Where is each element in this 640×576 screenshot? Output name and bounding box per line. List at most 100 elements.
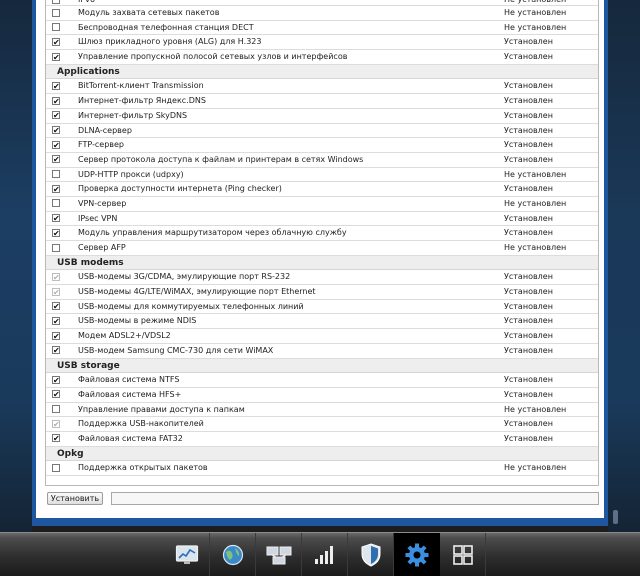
component-name: VPN-сервер: [78, 198, 127, 208]
component-row[interactable]: Управление правами доступа к папкам Не ус…: [46, 403, 598, 418]
component-status: Установлен: [504, 184, 553, 194]
network-computers-icon: [266, 544, 292, 566]
component-name: USB-модем Samsung CMC-730 для сети WiMAX: [78, 345, 274, 355]
component-checkbox[interactable]: [52, 199, 60, 208]
install-button[interactable]: Установить: [47, 492, 103, 505]
component-row[interactable]: ✔ USB-модемы в режиме NDIS Установлен: [46, 314, 598, 330]
component-row[interactable]: ✔ USB-модем Samsung CMC-730 для сети WiMA…: [46, 344, 598, 359]
components-panel: IPv6 Не установлен Модуль захвата сетевых …: [36, 0, 604, 518]
component-row[interactable]: ✔ Шлюз прикладного уровня (ALG) для H.323…: [46, 35, 598, 51]
component-checkbox[interactable]: ✔: [52, 375, 60, 384]
taskbar-button-network-computers[interactable]: [256, 533, 302, 576]
component-checkbox[interactable]: ✔: [52, 52, 60, 61]
component-row[interactable]: ✔ USB-модемы для коммутируемых телефонных…: [46, 300, 598, 315]
component-checkbox[interactable]: [52, 0, 60, 4]
background-left: [0, 0, 32, 532]
section-header: Applications: [46, 64, 598, 80]
component-name: Файловая система FAT32: [78, 433, 183, 443]
component-row[interactable]: Модуль захвата сетевых пакетов Не установ…: [46, 6, 598, 21]
component-row[interactable]: ✔ Файловая система FAT32 Установлен: [46, 432, 598, 447]
taskbar-button-grid[interactable]: [440, 533, 486, 576]
component-checkbox[interactable]: ✔: [52, 346, 60, 355]
component-checkbox[interactable]: [52, 243, 60, 252]
component-row[interactable]: ✔ Управление пропускной полосой сетевых у…: [46, 50, 598, 65]
taskbar-button-shield[interactable]: [348, 533, 394, 576]
scrollbar-thumb[interactable]: [613, 510, 618, 524]
component-row[interactable]: Поддержка открытых пакетов Не установлен: [46, 461, 598, 476]
component-checkbox[interactable]: ✔: [52, 96, 60, 105]
taskbar-button-monitor[interactable]: [164, 533, 210, 576]
bottom-taskbar: [0, 532, 640, 576]
component-row[interactable]: Беспроводная телефонная станция DECT Не у…: [46, 21, 598, 36]
component-checkbox[interactable]: [52, 170, 60, 179]
component-checkbox: ✔: [52, 287, 60, 297]
component-status: Установлен: [504, 331, 553, 341]
taskbar-button-gear[interactable]: [394, 533, 440, 576]
shield-icon: [360, 542, 382, 567]
component-row[interactable]: ✔ BitTorrent-клиент Transmission Установле…: [46, 79, 598, 95]
component-row[interactable]: ✔ IPsec VPN Установлен: [46, 212, 598, 227]
component-checkbox[interactable]: ✔: [52, 228, 60, 237]
component-row[interactable]: ✔ USB-модемы 4G/LTE/WiMAX, эмулирующие по…: [46, 285, 598, 300]
component-checkbox[interactable]: [52, 23, 60, 32]
globe-icon: [221, 543, 245, 567]
component-name: Модуль управления маршрутизатором через …: [78, 228, 347, 238]
component-row[interactable]: ✔ Файловая система HFS+ Установлен: [46, 388, 598, 403]
component-checkbox[interactable]: ✔: [52, 331, 60, 340]
component-row[interactable]: ✔ DLNA-сервер Установлен: [46, 124, 598, 139]
component-row[interactable]: Сервер AFP Не установлен: [46, 241, 598, 256]
component-checkbox[interactable]: ✔: [52, 316, 60, 325]
section-header: USB modems: [46, 255, 598, 271]
component-checkbox[interactable]: ✔: [52, 155, 60, 164]
component-status: Не установлен: [504, 243, 567, 252]
component-checkbox: ✔: [52, 419, 60, 429]
component-checkbox[interactable]: ✔: [52, 184, 60, 193]
component-status: Установлен: [504, 375, 553, 385]
component-name: Интернет-фильтр SkyDNS: [78, 110, 188, 120]
component-name: USB-модемы в режиме NDIS: [78, 316, 197, 326]
component-checkbox[interactable]: ✔: [52, 126, 60, 135]
signal-bars-icon: [313, 544, 337, 566]
component-row[interactable]: ✔ USB-модемы 3G/CDMA, эмулирующие порт RS…: [46, 270, 598, 286]
component-row[interactable]: ✔ Модем ADSL2+/VDSL2 Установлен: [46, 329, 598, 344]
component-checkbox[interactable]: ✔: [52, 81, 60, 90]
component-row[interactable]: UDP-HTTP прокси (udpxy) Не установлен: [46, 168, 598, 183]
component-row[interactable]: ✔ Поддержка USB-накопителей Установлен: [46, 417, 598, 432]
component-checkbox[interactable]: [52, 8, 60, 17]
component-name: Файловая система HFS+: [78, 389, 182, 399]
component-row[interactable]: ✔ Интернет-фильтр SkyDNS Установлен: [46, 109, 598, 124]
component-name: Беспроводная телефонная станция DECT: [78, 22, 254, 32]
component-name: USB-модемы 4G/LTE/WiMAX, эмулирующие пор…: [78, 287, 316, 297]
component-status: Установлен: [504, 154, 553, 164]
component-row[interactable]: ✔ Модуль управления маршрутизатором через…: [46, 226, 598, 241]
component-row[interactable]: VPN-сервер Не установлен: [46, 197, 598, 212]
component-checkbox[interactable]: ✔: [52, 140, 60, 149]
component-name: BitTorrent-клиент Transmission: [78, 81, 204, 91]
component-checkbox: ✔: [52, 272, 60, 282]
component-checkbox[interactable]: ✔: [52, 390, 60, 399]
taskbar-button-globe[interactable]: [210, 533, 256, 576]
component-checkbox[interactable]: ✔: [52, 434, 60, 443]
component-checkbox[interactable]: ✔: [52, 214, 60, 223]
component-checkbox[interactable]: ✔: [52, 111, 60, 120]
component-status: Установлен: [504, 96, 553, 106]
component-name: Модуль захвата сетевых пакетов: [78, 8, 220, 17]
taskbar-button-signal-bars[interactable]: [302, 533, 348, 576]
component-row[interactable]: ✔ Интернет-фильтр Яндекс.DNS Установлен: [46, 94, 598, 109]
component-status: Установлен: [504, 110, 553, 120]
component-checkbox[interactable]: ✔: [52, 37, 60, 46]
component-name: Файловая система NTFS: [78, 375, 180, 385]
component-status: Не установлен: [504, 404, 567, 414]
component-checkbox[interactable]: ✔: [52, 302, 60, 311]
component-row[interactable]: ✔ Сервер протокола доступа к файлам и при…: [46, 153, 598, 168]
component-name: Проверка доступности интернета (Ping che…: [78, 184, 282, 194]
component-checkbox[interactable]: [52, 405, 60, 414]
component-row[interactable]: ✔ Проверка доступности интернета (Ping ch…: [46, 182, 598, 197]
component-name: IPv6: [78, 0, 95, 4]
component-row[interactable]: ✔ Файловая система NTFS Установлен: [46, 373, 598, 388]
component-status: Установлен: [504, 37, 553, 47]
component-checkbox[interactable]: [52, 463, 60, 472]
component-status: Установлен: [504, 213, 553, 223]
component-row[interactable]: ✔ FTP-сервер Установлен: [46, 138, 598, 153]
component-name: Поддержка открытых пакетов: [78, 463, 208, 473]
